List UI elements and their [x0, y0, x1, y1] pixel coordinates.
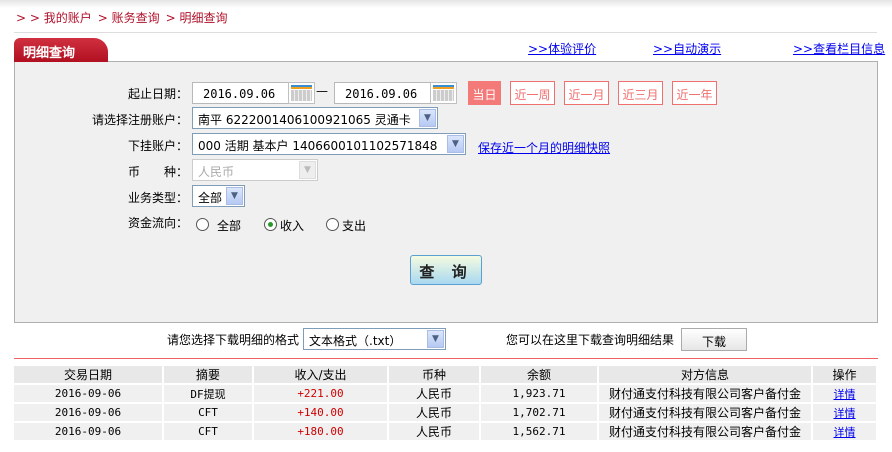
download-format-label: 请您选择下载明细的格式: [167, 333, 300, 347]
amount-cell: +221.00: [253, 383, 389, 403]
tab-detail-query[interactable]: 明细查询: [14, 38, 108, 62]
range-3months-button[interactable]: 近三月: [618, 81, 663, 105]
flow-expense-label[interactable]: 支出: [342, 217, 366, 234]
download-button[interactable]: 下载: [681, 328, 747, 351]
feedback-link[interactable]: >>体验评价: [528, 40, 596, 57]
range-year-button[interactable]: 近一年: [672, 81, 717, 105]
action-cell: 详情: [812, 383, 878, 403]
breadcrumb-my-account[interactable]: > > 我的账户: [16, 11, 92, 25]
column-header: 余额: [480, 366, 599, 384]
detail-link[interactable]: 详情: [834, 426, 856, 439]
date-cell: 2016-09-06: [14, 402, 164, 422]
table-header: 交易日期 摘要 收入/支出 币种 余额 对方信息 操作: [14, 366, 878, 384]
counterparty-cell: 财付通支付科技有限公司客户备付金: [598, 421, 813, 440]
currency-cell: 人民币: [388, 402, 481, 422]
reg-account-label: 请选择注册账户：: [91, 113, 188, 127]
currency-select: 人民币 ▼: [192, 159, 318, 181]
range-today-button[interactable]: 当日: [468, 81, 501, 105]
sub-account-value: 000 活期 基本户 1406600101102571848: [198, 139, 438, 153]
date-dash: —: [316, 84, 328, 98]
detail-link[interactable]: 详情: [834, 407, 856, 420]
balance-cell: 1,702.71: [480, 402, 599, 422]
summary-cell: CFT: [163, 421, 254, 440]
flow-all-label[interactable]: 全部: [217, 217, 241, 234]
biz-type-select[interactable]: 全部 ▼: [192, 185, 245, 207]
action-cell: 详情: [812, 402, 878, 422]
biz-type-value: 全部: [198, 191, 223, 205]
column-header: 操作: [812, 366, 878, 384]
flow-income-label[interactable]: 收入: [280, 217, 304, 234]
action-cell: 详情: [812, 421, 878, 440]
currency-value: 人民币: [198, 165, 235, 179]
balance-cell: 1,923.71: [480, 383, 599, 403]
calendar-icon[interactable]: [430, 82, 457, 104]
download-hint: 您可以在这里下载查询明细结果: [506, 333, 675, 347]
table-row: 2016-09-06 CFT +140.00 人民币 1,702.71 财付通支付科技有限…: [14, 402, 878, 422]
column-header: 对方信息: [598, 366, 813, 384]
divider: [14, 358, 878, 359]
date-cell: 2016-09-06: [14, 421, 164, 440]
column-header: 交易日期: [14, 366, 164, 384]
summary-cell: CFT: [163, 402, 254, 422]
counterparty-cell: 财付通支付科技有限公司客户备付金: [598, 383, 813, 403]
table-row: 2016-09-06 DF提现 +221.00 人民币 1,923.71 财付通支付科技有…: [14, 383, 878, 403]
balance-cell: 1,562.71: [480, 421, 599, 440]
column-info-link[interactable]: >>查看栏目信息: [793, 40, 885, 57]
save-snapshot-link[interactable]: 保存近一个月的明细快照: [478, 139, 610, 156]
amount-cell: +140.00: [253, 402, 389, 422]
chevron-down-icon: ▼: [427, 330, 444, 348]
currency-cell: 人民币: [388, 383, 481, 403]
biz-type-label: 业务类型：: [127, 191, 188, 205]
chevron-down-icon: ▼: [299, 161, 316, 179]
detail-table: 交易日期 摘要 收入/支出 币种 余额 对方信息 操作 2016-09-06 DF提现 +221…: [14, 366, 878, 440]
calendar-icon[interactable]: [288, 82, 315, 104]
top-shadow: [0, 0, 892, 8]
detail-link[interactable]: 详情: [834, 388, 856, 401]
chevron-down-icon: ▼: [447, 135, 464, 153]
chevron-down-icon: ▼: [419, 109, 436, 127]
range-month-button[interactable]: 近一月: [564, 81, 609, 105]
reg-account-select[interactable]: 南平 6222001406100921065 灵通卡 ▼: [192, 107, 438, 129]
flow-expense-radio[interactable]: [326, 218, 339, 231]
query-button[interactable]: 查 询: [410, 255, 482, 285]
breadcrumb-detail-query: > 明细查询: [165, 11, 228, 25]
chevron-down-icon: ▼: [226, 187, 243, 205]
sub-account-select[interactable]: 000 活期 基本户 1406600101102571848 ▼: [192, 133, 466, 155]
reg-account-value: 南平 6222001406100921065 灵通卡: [198, 113, 411, 127]
end-date-input[interactable]: 2016.09.06: [334, 82, 431, 104]
breadcrumb: > > 我的账户 > 账务查询 > 明细查询: [16, 9, 234, 26]
column-header: 收入/支出: [253, 366, 389, 384]
flow-label: 资金流向：: [127, 216, 188, 230]
flow-income-radio[interactable]: [264, 218, 277, 231]
column-header: 币种: [388, 366, 481, 384]
date-label: 起止日期：: [127, 87, 188, 101]
date-cell: 2016-09-06: [14, 383, 164, 403]
currency-cell: 人民币: [388, 421, 481, 440]
flow-all-radio[interactable]: [196, 218, 209, 231]
download-format-value: 文本格式（.txt）: [309, 334, 402, 348]
auto-demo-link[interactable]: >>自动演示: [653, 40, 721, 57]
table-row: 2016-09-06 CFT +180.00 人民币 1,562.71 财付通支付科技有限…: [14, 421, 878, 440]
divider: [14, 32, 877, 33]
column-header: 摘要: [163, 366, 254, 384]
amount-cell: +180.00: [253, 421, 389, 440]
range-week-button[interactable]: 近一周: [510, 81, 555, 105]
summary-cell: DF提现: [163, 383, 254, 403]
counterparty-cell: 财付通支付科技有限公司客户备付金: [598, 402, 813, 422]
sub-account-label: 下挂账户：: [127, 139, 188, 153]
currency-label: 币 种：: [127, 165, 188, 179]
breadcrumb-account-query[interactable]: > 账务查询: [98, 11, 160, 25]
start-date-input[interactable]: 2016.09.06: [192, 82, 289, 104]
download-format-select[interactable]: 文本格式（.txt） ▼: [303, 328, 446, 350]
